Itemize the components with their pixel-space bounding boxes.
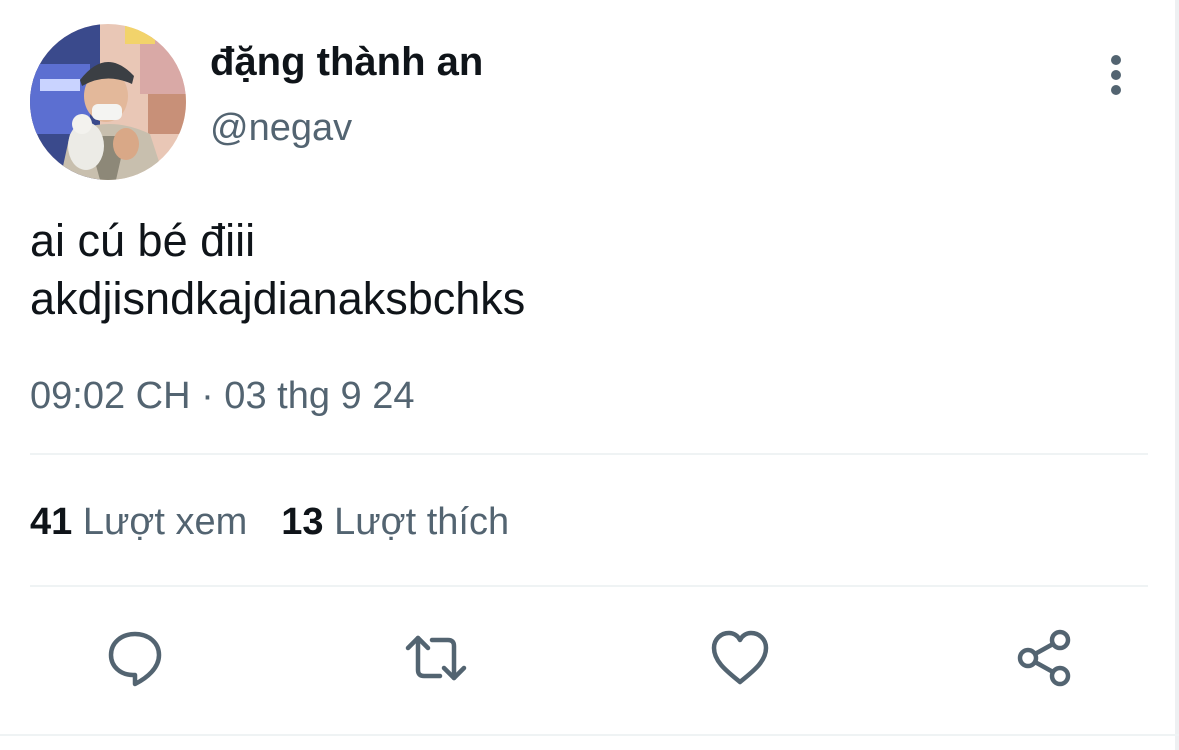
avatar[interactable] — [30, 24, 186, 180]
like-button[interactable] — [708, 626, 772, 690]
views-stat[interactable]: 41 Lượt xem — [30, 498, 247, 546]
more-vertical-icon — [1111, 55, 1121, 95]
divider — [30, 585, 1148, 587]
retweet-button[interactable] — [404, 626, 468, 690]
user-handle[interactable]: @negav — [210, 104, 352, 152]
profile-photo — [30, 24, 186, 180]
tweet-timestamp[interactable]: 09:02 CH · 03 thg 9 24 — [30, 372, 414, 420]
heart-icon — [711, 630, 769, 685]
views-label: Lượt xem — [82, 501, 248, 543]
tweet-text-line: ai cú bé điii — [30, 215, 256, 266]
views-count: 41 — [30, 501, 73, 543]
reply-button[interactable] — [103, 626, 167, 690]
likes-label: Lượt thích — [334, 501, 510, 543]
divider — [0, 734, 1179, 736]
retweet-icon — [405, 635, 467, 681]
likes-count: 13 — [281, 501, 324, 543]
tweet-text: ai cú bé điii akdjisndkajdianaksbchks — [30, 212, 525, 328]
display-name[interactable]: đặng thành an — [210, 38, 483, 86]
tweet-stats: 41 Lượt xem 13 Lượt thích — [30, 498, 543, 546]
reply-icon — [108, 631, 162, 687]
share-icon — [1017, 629, 1071, 687]
more-options-button[interactable] — [1094, 50, 1138, 100]
divider — [30, 453, 1148, 455]
likes-stat[interactable]: 13 Lượt thích — [281, 498, 509, 546]
tweet-text-line: akdjisndkajdianaksbchks — [30, 273, 526, 324]
share-button[interactable] — [1012, 626, 1076, 690]
window-edge — [1175, 0, 1179, 750]
